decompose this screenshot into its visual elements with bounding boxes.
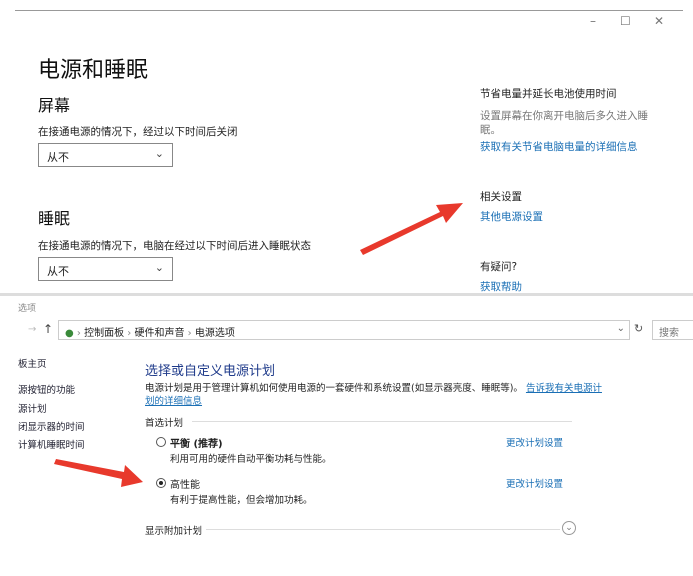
annotation-arrows [54, 203, 463, 487]
red-arrow-top [360, 203, 463, 255]
red-arrow-bottom [54, 459, 143, 487]
